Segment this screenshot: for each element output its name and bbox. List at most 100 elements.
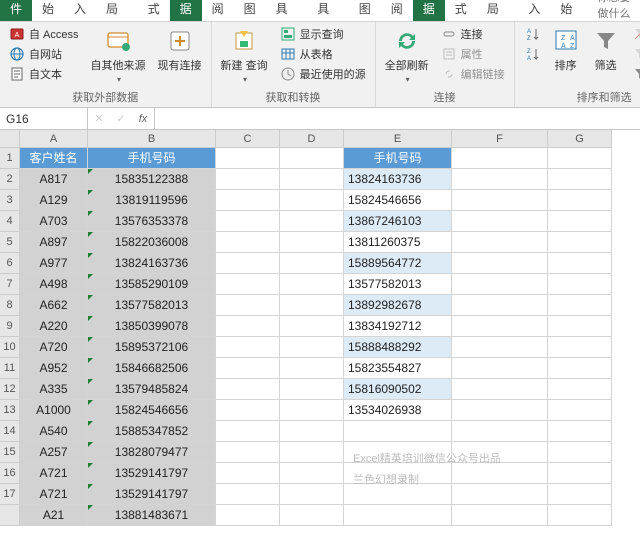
tab-item[interactable]: 插入 [64,0,96,21]
row-header[interactable]: 17 [0,484,20,505]
cell[interactable]: 15824546656 [344,190,452,211]
cell[interactable] [548,169,612,190]
reapply-button[interactable]: 重新应 [627,44,640,64]
cell[interactable] [280,421,344,442]
col-header[interactable]: A [20,130,88,148]
cell[interactable] [280,505,344,526]
cell[interactable] [548,253,612,274]
tab-6[interactable]: 视图 [349,0,381,21]
from-web-button[interactable]: 自网站 [4,44,84,64]
cell[interactable]: A977 [20,253,88,274]
cell[interactable]: 客户姓名 [20,148,88,169]
cell[interactable] [280,484,344,505]
row-header[interactable]: 10 [0,337,20,358]
cell[interactable]: 15846682506 [88,358,216,379]
cell[interactable] [280,442,344,463]
cell[interactable] [452,232,548,253]
cell[interactable] [216,295,280,316]
show-queries-button[interactable]: 显示查询 [275,24,371,44]
cell[interactable]: 13828079477 [88,442,216,463]
tab-item[interactable]: 页面布局 [96,0,138,21]
row-header[interactable]: 16 [0,463,20,484]
cell[interactable]: 15823554827 [344,358,452,379]
col-header[interactable]: B [88,130,216,148]
cell[interactable] [216,211,280,232]
recent-sources-button[interactable]: 最近使用的源 [275,64,371,84]
from-access-button[interactable]: A自 Access [4,24,84,44]
row-header[interactable]: 1 [0,148,20,169]
row-header[interactable]: 11 [0,358,20,379]
cell[interactable]: 13824163736 [88,253,216,274]
col-header[interactable]: E [344,130,452,148]
row-header[interactable]: 9 [0,316,20,337]
cell[interactable]: A662 [20,295,88,316]
cell[interactable] [452,190,548,211]
filter-button[interactable]: 筛选 [587,24,625,76]
tab-file[interactable]: 文件 [0,0,32,21]
cell[interactable]: 13867246103 [344,211,452,232]
from-table-button[interactable]: 从表格 [275,44,371,64]
cell[interactable]: 13824163736 [344,169,452,190]
cell[interactable]: 13834192712 [344,316,452,337]
cell[interactable] [452,505,548,526]
cell[interactable] [452,316,548,337]
tab-item[interactable]: 开始 [32,0,64,21]
cell[interactable] [548,274,612,295]
cell[interactable] [548,316,612,337]
tab-7[interactable]: 开发工具 [307,0,349,21]
cell[interactable]: 13881483671 [88,505,216,526]
new-query-button[interactable]: 新建 查询▾ [216,24,273,87]
tab-item[interactable]: 公式 [138,0,170,21]
cell[interactable] [280,337,344,358]
cell[interactable] [344,505,452,526]
cell[interactable] [548,358,612,379]
cell[interactable]: A335 [20,379,88,400]
row-header[interactable]: 6 [0,253,20,274]
cell[interactable] [452,484,548,505]
cell[interactable]: 13529141797 [88,463,216,484]
cell[interactable] [216,484,280,505]
properties-button[interactable]: 属性 [436,44,510,64]
cell[interactable] [548,484,612,505]
cell[interactable] [280,295,344,316]
cell[interactable] [216,379,280,400]
tab-3[interactable]: 公式 [445,0,477,21]
cell[interactable] [280,358,344,379]
cell[interactable] [216,442,280,463]
cell[interactable]: 13892982678 [344,295,452,316]
cell[interactable]: 13577582013 [344,274,452,295]
clear-filter-button[interactable]: 清除 [627,24,640,44]
cell[interactable] [548,442,612,463]
cell[interactable] [280,253,344,274]
cell[interactable]: A817 [20,169,88,190]
cell[interactable] [280,169,344,190]
from-other-button[interactable]: 自其他来源▾ [86,24,151,87]
cell[interactable] [216,358,280,379]
tab-2[interactable]: 页面布局 [477,0,519,21]
cell[interactable] [548,505,612,526]
cell[interactable] [548,337,612,358]
row-header[interactable]: 12 [0,379,20,400]
edit-links-button[interactable]: 编辑链接 [436,64,510,84]
name-box[interactable]: G16 [0,108,88,129]
cell[interactable] [280,232,344,253]
cell[interactable]: 13585290109 [88,274,216,295]
connections-button[interactable]: 连接 [436,24,510,44]
cell[interactable]: 13819119596 [88,190,216,211]
cell[interactable] [452,463,548,484]
tab-item[interactable]: 审阅 [202,0,234,21]
cancel-icon[interactable]: ✕ [88,112,110,125]
col-header[interactable]: D [280,130,344,148]
cell[interactable]: A21 [20,505,88,526]
cell[interactable] [280,400,344,421]
cell[interactable] [280,463,344,484]
cell[interactable] [344,421,452,442]
cell[interactable] [548,232,612,253]
tab-4[interactable]: 数据 [413,0,445,21]
cell[interactable]: 13577582013 [88,295,216,316]
cell[interactable] [548,400,612,421]
cell[interactable] [452,400,548,421]
cell[interactable] [280,379,344,400]
select-all-corner[interactable] [0,130,20,148]
advanced-button[interactable]: 高级 [627,64,640,84]
